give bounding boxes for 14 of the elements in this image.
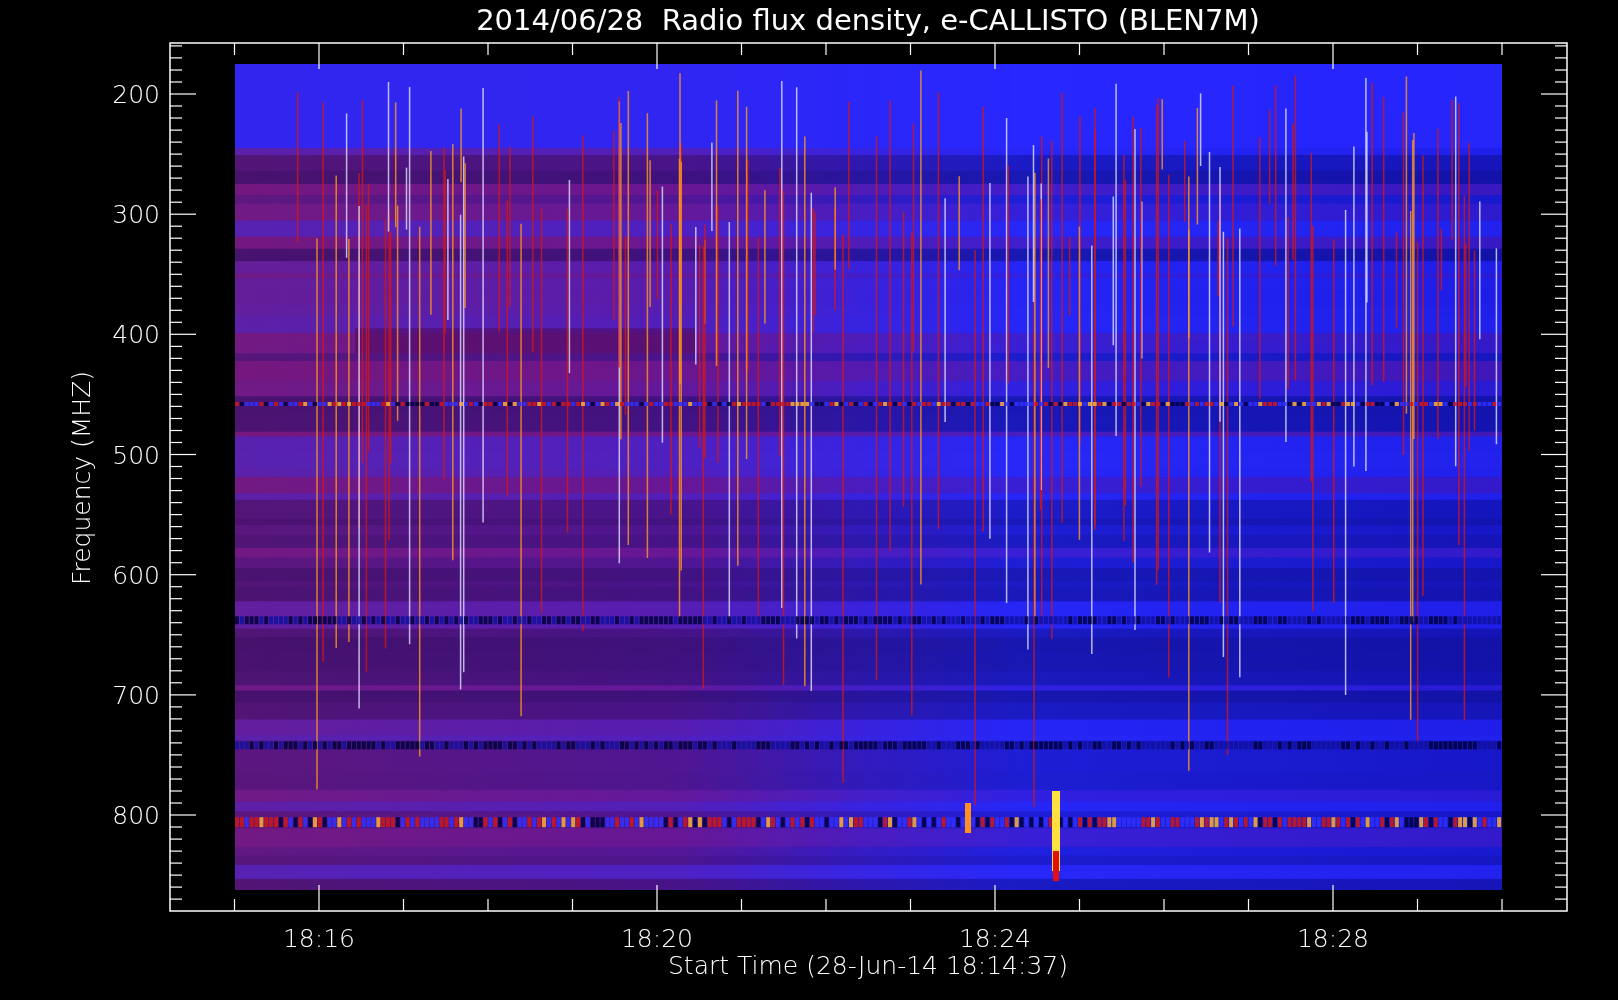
tick-label: 300 (112, 200, 160, 230)
y-axis-label: Frequency (MHZ) (67, 370, 96, 586)
tick-label: 18:16 (283, 924, 355, 953)
tick-label: 500 (112, 440, 160, 470)
tick-label: 800 (112, 801, 160, 830)
tick-label: 18:28 (1297, 924, 1369, 953)
tick-label: 700 (112, 680, 160, 710)
tick-label: 400 (112, 320, 160, 350)
tick-label: 600 (112, 560, 160, 590)
tick-label: 200 (112, 80, 160, 109)
tick-label: 18:24 (959, 924, 1031, 953)
x-axis-label: Start Time (28-Jun-14 18:14:37) (668, 951, 1068, 980)
chart-title: 2014/06/28 Radio flux density, e-CALLISTO (BLEN7M) (476, 3, 1260, 37)
tick-label: 18:20 (621, 924, 693, 953)
